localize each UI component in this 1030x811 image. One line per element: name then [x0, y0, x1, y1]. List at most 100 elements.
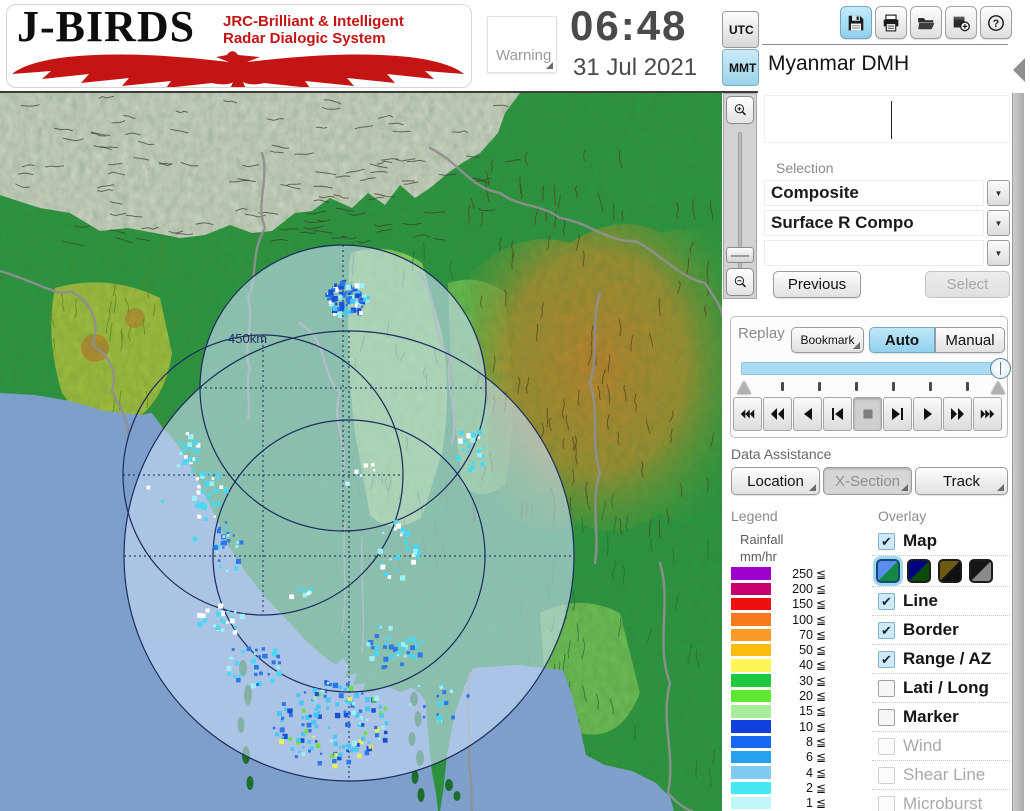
- help-icon: ?: [987, 13, 1005, 33]
- zoom-out-button[interactable]: [726, 268, 754, 296]
- forward-fast-button[interactable]: [943, 397, 972, 431]
- rewind-fastest-icon: [740, 407, 755, 421]
- track-button[interactable]: Track: [915, 467, 1008, 495]
- rewind-fastest-button[interactable]: [733, 397, 762, 431]
- overlay-item-lati-long: Lati / Long: [872, 674, 1010, 703]
- add-window-button[interactable]: [945, 6, 977, 39]
- forward-fastest-icon: [980, 407, 995, 421]
- checkbox[interactable]: ✔: [878, 593, 895, 610]
- legend-row: 6≦: [731, 750, 841, 765]
- mmt-toggle-button[interactable]: MMT: [722, 49, 759, 86]
- legend-color-swatch: [731, 598, 771, 611]
- less-than-equal-icon: ≦: [816, 720, 826, 734]
- legend-row: 2≦: [731, 780, 841, 795]
- corner-triangle-icon: [809, 484, 816, 491]
- combo-composite-value[interactable]: Composite: [764, 180, 984, 206]
- less-than-equal-icon: ≦: [816, 781, 826, 795]
- step-forward-button[interactable]: [883, 397, 912, 431]
- less-than-equal-icon: ≦: [816, 766, 826, 780]
- bookmark-button[interactable]: Bookmark: [791, 327, 864, 353]
- checkbox[interactable]: ✔: [878, 533, 895, 550]
- combo-product-value[interactable]: Surface R Compo: [764, 210, 984, 236]
- rewind-fast-button[interactable]: [763, 397, 792, 431]
- map-style-swatch[interactable]: [969, 559, 993, 583]
- step-back-icon: [831, 407, 844, 421]
- station-list-box[interactable]: [764, 95, 1010, 143]
- stop-button[interactable]: [853, 397, 882, 431]
- legend-row: 8≦: [731, 734, 841, 749]
- open-folder-icon: [917, 14, 935, 32]
- replay-progress-slider[interactable]: [741, 362, 1003, 375]
- rainfall-legend: 250≦200≦150≦100≦70≦50≦40≦30≦20≦15≦10≦8≦6…: [731, 566, 841, 811]
- save-icon: [847, 14, 865, 32]
- legend-value: 15: [779, 704, 813, 718]
- legend-value: 250: [779, 567, 813, 581]
- forward-fastest-button[interactable]: [973, 397, 1002, 431]
- radar-map[interactable]: 450km: [0, 93, 722, 811]
- slider-handle[interactable]: [990, 358, 1011, 379]
- corner-triangle-icon: [853, 342, 860, 349]
- checkbox[interactable]: [878, 709, 895, 726]
- printer-icon: [882, 14, 900, 32]
- zoom-in-icon: [733, 99, 747, 121]
- checkbox[interactable]: ✔: [878, 651, 895, 668]
- utc-toggle-button[interactable]: UTC: [722, 11, 759, 48]
- legend-color-swatch: [731, 644, 771, 657]
- combo-extra-value[interactable]: [764, 240, 984, 266]
- rewind-fast-icon: [770, 407, 785, 421]
- checkbox[interactable]: ✔: [878, 622, 895, 639]
- station-name: Myanmar DMH: [768, 52, 909, 76]
- open-file-button[interactable]: [910, 6, 942, 39]
- help-button[interactable]: ?: [980, 6, 1012, 39]
- auto-mode-button[interactable]: Auto: [869, 327, 935, 353]
- panel-separator: [762, 44, 1008, 45]
- overlay-item-microburst: Microburst: [872, 790, 1010, 811]
- replay-tick: [966, 382, 969, 391]
- play-reverse-button[interactable]: [793, 397, 822, 431]
- print-button[interactable]: [875, 6, 907, 39]
- x-section-button[interactable]: X-Section: [823, 467, 912, 495]
- warning-button[interactable]: Warning: [487, 16, 557, 73]
- legend-unit-line1: Rainfall: [740, 532, 783, 547]
- map-style-swatch[interactable]: [907, 559, 931, 583]
- legend-value: 200: [779, 582, 813, 596]
- legend-row: 200≦: [731, 581, 841, 596]
- combo-composite-dropdown-button[interactable]: ▼: [987, 180, 1010, 206]
- save-button[interactable]: [840, 6, 872, 39]
- select-button[interactable]: Select: [925, 271, 1010, 298]
- range-end-marker-icon[interactable]: [991, 381, 1005, 394]
- less-than-equal-icon: ≦: [816, 628, 826, 642]
- manual-mode-button[interactable]: Manual: [935, 327, 1005, 353]
- checkbox[interactable]: [878, 680, 895, 697]
- jbirds-logo: J-BIRDS JRC-Brilliant & Intelligent Rada…: [6, 4, 472, 88]
- panel-scrollbar[interactable]: [1012, 93, 1024, 811]
- step-back-button[interactable]: [823, 397, 852, 431]
- less-than-equal-icon: ≦: [816, 750, 826, 764]
- legend-value: 50: [779, 643, 813, 657]
- checkbox: [878, 767, 895, 784]
- range-start-marker-icon[interactable]: [737, 381, 751, 394]
- legend-value: 6: [779, 750, 813, 764]
- combo-extra-dropdown-button[interactable]: ▼: [987, 240, 1010, 266]
- combo-product-dropdown-button[interactable]: ▼: [987, 210, 1010, 236]
- selection-label: Selection: [776, 160, 834, 176]
- location-button[interactable]: Location: [731, 467, 820, 495]
- previous-button[interactable]: Previous: [773, 271, 861, 298]
- legend-row: 100≦: [731, 612, 841, 627]
- map-style-swatch[interactable]: [876, 559, 900, 583]
- data-assistance-label: Data Assistance: [731, 446, 831, 462]
- combo-product: Surface R Compo ▼: [764, 210, 1010, 236]
- legend-value: 150: [779, 597, 813, 611]
- legend-color-swatch: [731, 720, 771, 733]
- zoom-in-button[interactable]: [726, 96, 754, 124]
- map-style-swatch[interactable]: [938, 559, 962, 583]
- chevron-down-icon: ▼: [995, 189, 1003, 198]
- corner-triangle-icon: [901, 484, 908, 491]
- panel-collapse-arrow-icon[interactable]: [1013, 58, 1025, 82]
- eagle-logo-icon: [9, 47, 467, 88]
- legend-row: 250≦: [731, 566, 841, 581]
- zoom-slider-thumb[interactable]: [726, 247, 754, 263]
- play-button[interactable]: [913, 397, 942, 431]
- legend-color-swatch: [731, 613, 771, 626]
- legend-color-swatch: [731, 690, 771, 703]
